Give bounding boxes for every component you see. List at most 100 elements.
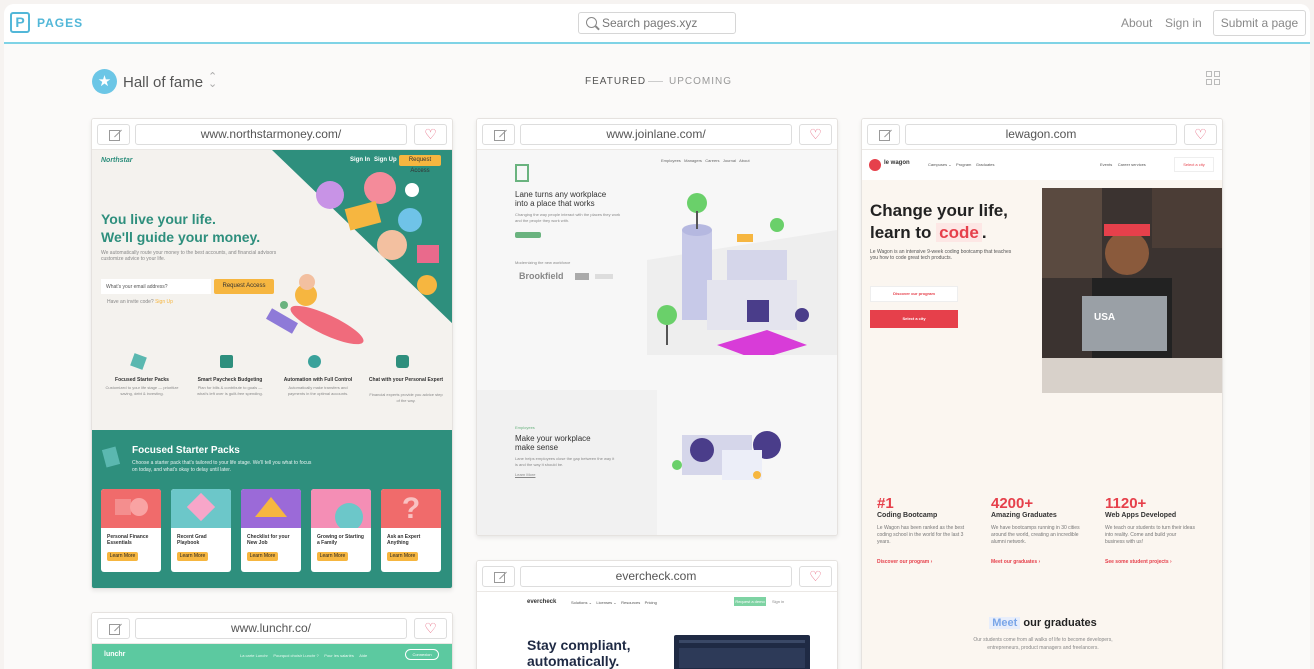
search-box[interactable] [578,12,736,34]
star-icon[interactable]: ★ [92,69,117,94]
site-headline: Lane turns any workplace into a place tha… [515,190,607,208]
stat-text: We have bootcamps running in 30 cities a… [991,525,1080,545]
site-nav-signin: Sign In [350,157,370,163]
heart-icon[interactable]: ♡ [414,124,447,145]
stat-link: Discover our program › [877,559,933,565]
section-text: Lane helps employees close the gap betwe… [515,456,615,467]
about-link[interactable]: About [1121,16,1152,30]
site-select-city: Select a city [1174,157,1214,172]
card-url[interactable]: www.joinlane.com/ [520,124,792,145]
card-evercheck[interactable]: evercheck.com ♡ evercheck Solutions ⌄ Li… [476,560,838,669]
card-url[interactable]: evercheck.com [520,566,792,587]
app-preview [674,635,810,669]
stat-value: #1 [877,495,894,512]
card-toolbar: evercheck.com ♡ [477,561,837,592]
sort-chevrons-icon[interactable]: ⌃ ⌄ [208,72,217,90]
site-signin: Sign in [772,599,785,604]
stat-label: Amazing Graduates [991,512,1057,519]
site-client-logo: Brookfield [519,271,564,281]
site-request-button: Request Access [399,155,441,174]
lane-logo-icon [515,164,529,182]
card-toolbar: www.lunchr.co/ ♡ [92,613,452,644]
site-screenshot[interactable]: le wagon Campuses ⌄ Program Graduates Ev… [862,150,1222,669]
site-nav: Solutions ⌄ Licenses ⌄ Resources Pricing [571,600,657,605]
site-nav: Campuses ⌄ Program Graduates [928,162,995,167]
site-brand: Northstar [101,157,133,164]
stat-text: We teach our students to turn their idea… [1105,525,1195,545]
heart-icon[interactable]: ♡ [1184,124,1217,145]
logo-label[interactable]: PAGES [37,16,83,30]
top-bar: P PAGES About Sign in Submit a page [4,4,1310,44]
submit-page-button[interactable]: Submit a page [1213,10,1306,36]
heart-icon[interactable]: ♡ [799,124,832,145]
section-link: Learn More [515,472,536,477]
card-url[interactable]: www.lunchr.co/ [135,618,407,639]
site-headline: You live your life. We'll guide your mone… [101,211,261,245]
site-login-button: Connexion [405,649,439,660]
heart-icon[interactable]: ♡ [799,566,832,587]
card-toolbar: www.joinlane.com/ ♡ [477,119,837,150]
site-screenshot[interactable]: lunchr La carte Lunchr Pourquoi choisir … [92,644,452,669]
external-link-icon[interactable] [482,124,515,145]
tab-divider [648,81,663,82]
stat-link: See some student projects › [1105,559,1172,565]
site-nav-signup: Sign Up [374,157,397,163]
lane-illustration-2 [672,431,781,480]
stat-label: Web Apps Developed [1105,512,1177,519]
card-url[interactable]: lewagon.com [905,124,1177,145]
lane-isometric-illustration [647,193,837,355]
site-headline: Stay compliant, automatically. [527,637,631,669]
grid-view-icon[interactable] [1206,71,1221,86]
student-photo: USA [1042,188,1222,393]
site-features: Focused Starter Packs Smart Paycheck Bud… [102,353,443,410]
external-link-icon[interactable] [97,124,130,145]
hall-of-fame-label[interactable]: Hall of fame [123,74,203,91]
heart-icon[interactable]: ♡ [414,618,447,639]
section-title: Make your workplace make sense [515,434,591,452]
stat-link: Meet our graduates › [991,559,1041,565]
site-email-field: What's your email address? [101,279,211,294]
site-brand: evercheck [527,599,557,605]
site-screenshot[interactable]: evercheck Solutions ⌄ Licenses ⌄ Resourc… [477,592,837,669]
site-request-access: Request Access [214,279,274,294]
site-body: Le Wagon is an intensive 9-week coding b… [870,249,1012,261]
card-toolbar: www.northstarmoney.com/ ♡ [92,119,452,150]
sign-in-link[interactable]: Sign in [1165,16,1202,30]
site-packs-section: Focused Starter Packs Choose a starter p… [92,430,452,588]
app-frame: P PAGES About Sign in Submit a page ★ Ha… [4,4,1310,669]
stat-value: 1120+ [1105,495,1147,512]
external-link-icon[interactable] [482,566,515,587]
site-discover-button: Discover our program [870,286,958,302]
card-lewagon[interactable]: lewagon.com ♡ le wagon Campuses ⌄ Progra… [861,118,1223,669]
stat-text: Le Wagon has been ranked as the best cod… [877,525,965,545]
external-link-icon[interactable] [97,618,130,639]
site-cta-button [515,232,541,238]
site-select-city-button: Select a city [870,310,958,328]
card-joinlane[interactable]: www.joinlane.com/ ♡ Employees Managers C… [476,118,838,536]
external-link-icon[interactable] [867,124,900,145]
stat-value: 4200+ [991,495,1034,512]
site-headline: Change your life, learn to code. [870,201,1008,242]
svg-text:USA: USA [1094,312,1115,323]
site-screenshot[interactable]: Northstar Sign In Sign Up Request Access… [92,150,452,588]
search-icon [586,17,597,28]
tab-upcoming[interactable]: UPCOMING [669,76,732,87]
site-nav-right: Events Career services [1100,162,1146,167]
card-northstar[interactable]: www.northstarmoney.com/ ♡ Northstar Sign… [91,118,453,589]
meet-graduates-title: Meet our graduates [862,617,1222,629]
site-nav: La carte Lunchr Pourquoi choisir Lunchr … [240,653,368,658]
site-body: We automatically route your money to the… [101,250,277,262]
site-brand: lunchr [104,651,126,658]
search-input[interactable] [602,15,730,31]
site-body: Changing the way people interact with th… [515,212,621,223]
tab-featured[interactable]: FEATURED [585,76,646,87]
stat-label: Coding Bootcamp [877,512,938,519]
site-brand: le wagon [884,160,910,166]
site-invite: Have an invite code? Sign Up [107,299,173,305]
site-screenshot[interactable]: Employees Managers Careers Journal About… [477,150,837,535]
pages-logo-icon[interactable]: P [10,12,30,33]
card-url[interactable]: www.northstarmoney.com/ [135,124,407,145]
card-toolbar: lewagon.com ♡ [862,119,1222,150]
card-lunchr[interactable]: www.lunchr.co/ ♡ lunchr La carte Lunchr … [91,612,453,669]
site-trusted: Modernizing the new workforce [515,260,571,265]
